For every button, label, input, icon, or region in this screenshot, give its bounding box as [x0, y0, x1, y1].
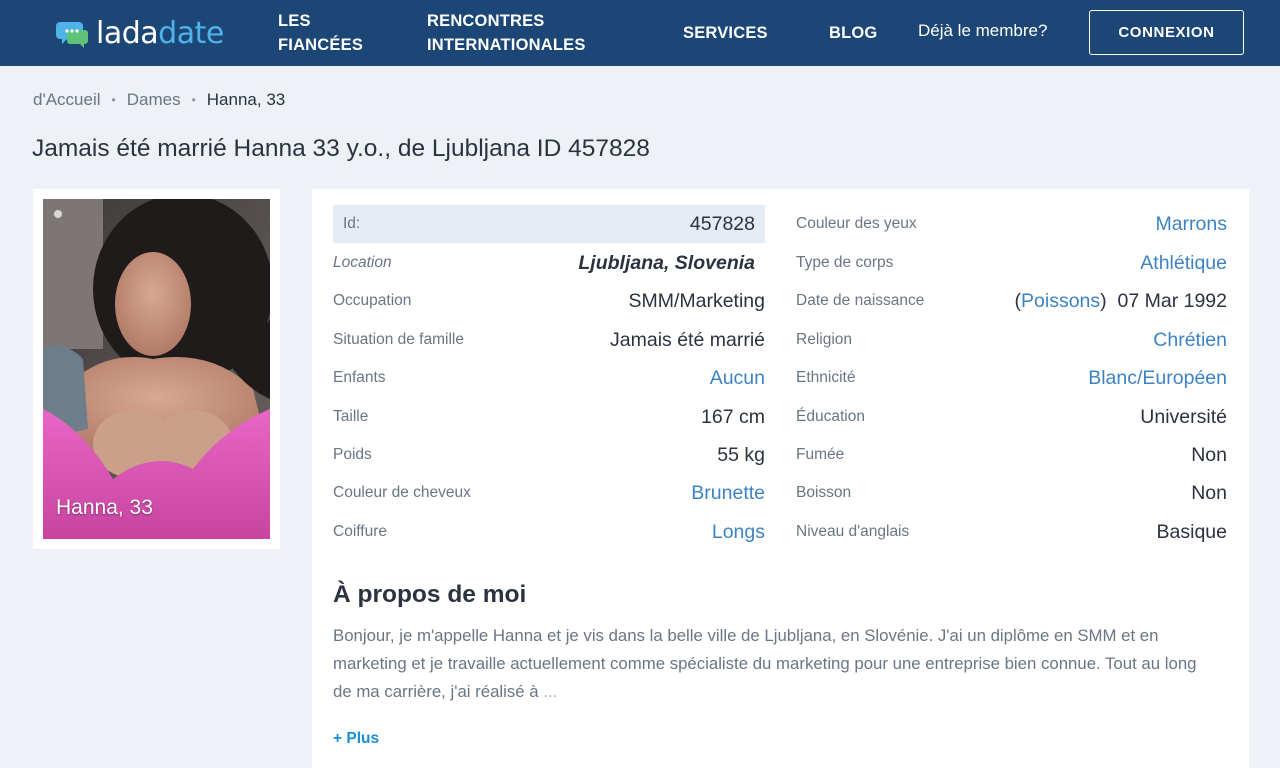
detail-label: Niveau d'anglais [796, 523, 910, 540]
breadcrumb-separator: • [191, 93, 196, 107]
detail-row-hair-color: Couleur de cheveux Brunette [333, 474, 765, 512]
detail-row-ethnicity: Ethnicité Blanc/Européen [796, 359, 1227, 397]
profile-photo-illustration [43, 199, 270, 539]
profile-details-card: Id: 457828 Location Ljubljana, Slovenia … [312, 189, 1249, 768]
about-section-title: À propos de moi [333, 581, 527, 608]
detail-label: Couleur des yeux [796, 215, 917, 232]
breadcrumb: d'Accueil • Dames • Hanna, 33 [33, 90, 285, 110]
detail-label: Enfants [333, 369, 386, 386]
detail-row-english-level: Niveau d'anglais Basique [796, 513, 1227, 551]
breadcrumb-ladies[interactable]: Dames [127, 90, 181, 110]
detail-value: (Poissons) 07 Mar 1992 [1014, 289, 1227, 312]
detail-row-location: Location Ljubljana, Slovenia [333, 244, 765, 282]
logo-wordmark: ladadate [96, 15, 224, 51]
detail-label: Date de naissance [796, 292, 925, 309]
page-title: Jamais été marrié Hanna 33 y.o., de Ljub… [32, 135, 650, 162]
top-navbar: ladadate LES FIANCÉES RENCONTRES INTERNA… [0, 0, 1280, 66]
detail-row-drinking: Boisson Non [796, 474, 1227, 512]
detail-label: Situation de famille [333, 331, 464, 348]
detail-label: Location [333, 254, 392, 271]
detail-label: Taille [333, 408, 369, 425]
detail-row-marital: Situation de famille Jamais été marrié [333, 321, 765, 359]
already-member-text[interactable]: Déjà le membre? [918, 21, 1047, 41]
detail-row-occupation: Occupation SMM/Marketing [333, 282, 765, 320]
breadcrumb-separator: • [111, 93, 116, 107]
nav-item-services[interactable]: SERVICES [683, 21, 768, 45]
detail-value: Ljubljana, Slovenia [578, 251, 755, 274]
detail-label: Fumée [796, 446, 845, 463]
detail-value: Jamais été marrié [610, 328, 765, 351]
detail-row-body-type: Type de corps Athlétique [796, 244, 1227, 282]
detail-row-hairstyle: Coiffure Longs [333, 513, 765, 551]
zodiac-link[interactable]: Poissons [1021, 290, 1100, 312]
detail-label: Ethnicité [796, 369, 856, 386]
about-ellipsis: ... [543, 682, 558, 701]
detail-row-weight: Poids 55 kg [333, 436, 765, 474]
detail-value: SMM/Marketing [628, 289, 765, 312]
detail-value-link[interactable]: Brunette [691, 482, 765, 505]
detail-row-birthdate: Date de naissance (Poissons) 07 Mar 1992 [796, 282, 1227, 320]
detail-row-height: Taille 167 cm [333, 398, 765, 436]
detail-label: Boisson [796, 484, 852, 501]
detail-value-link[interactable]: Longs [712, 521, 765, 544]
detail-label: Type de corps [796, 254, 894, 271]
show-more-link[interactable]: + Plus [333, 730, 379, 748]
breadcrumb-current: Hanna, 33 [206, 90, 286, 109]
detail-label: Poids [333, 446, 372, 463]
detail-label: Coiffure [333, 523, 387, 540]
detail-row-children: Enfants Aucun [333, 359, 765, 397]
nav-item-blog[interactable]: BLOG [829, 21, 877, 45]
breadcrumb-home[interactable]: d'Accueil [33, 90, 101, 110]
photo-caption: Hanna, 33 [56, 496, 153, 519]
nav-item-international[interactable]: RENCONTRES INTERNATIONALES [427, 9, 586, 57]
profile-photo[interactable]: Hanna, 33 [43, 199, 270, 539]
chat-bubbles-icon [56, 16, 90, 50]
site-logo[interactable]: ladadate [56, 14, 224, 52]
detail-value: Basique [1156, 520, 1227, 543]
detail-row-smoking: Fumée Non [796, 436, 1227, 474]
detail-value-link[interactable]: Athlétique [1140, 252, 1227, 275]
detail-label: Id: [343, 215, 361, 232]
online-status-dot [54, 210, 62, 218]
detail-label: Occupation [333, 292, 412, 309]
nav-item-fiancees[interactable]: LES FIANCÉES [278, 9, 363, 57]
login-button[interactable]: CONNEXION [1089, 10, 1244, 55]
detail-label: Couleur de cheveux [333, 484, 471, 501]
detail-row-eye-color: Couleur des yeux Marrons [796, 205, 1227, 243]
detail-value: Non [1191, 481, 1227, 504]
profile-photo-card: Hanna, 33 [33, 189, 280, 549]
about-text: Bonjour, je m'appelle Hanna et je vis da… [333, 626, 1197, 701]
detail-value: 457828 [689, 212, 755, 235]
detail-value-link[interactable]: Aucun [710, 367, 765, 390]
detail-row-religion: Religion Chrétien [796, 321, 1227, 359]
detail-value-link[interactable]: Chrétien [1153, 329, 1227, 352]
detail-value-link[interactable]: Blanc/Européen [1088, 367, 1227, 390]
detail-label: Éducation [796, 408, 865, 425]
detail-row-id: Id: 457828 [333, 205, 765, 243]
detail-value-link[interactable]: Marrons [1155, 213, 1227, 236]
detail-value: 167 cm [701, 405, 765, 428]
detail-value: 55 kg [717, 443, 765, 466]
detail-row-education: Éducation Université [796, 398, 1227, 436]
detail-value: Non [1191, 443, 1227, 466]
detail-value: Université [1140, 405, 1227, 428]
detail-label: Religion [796, 331, 853, 348]
